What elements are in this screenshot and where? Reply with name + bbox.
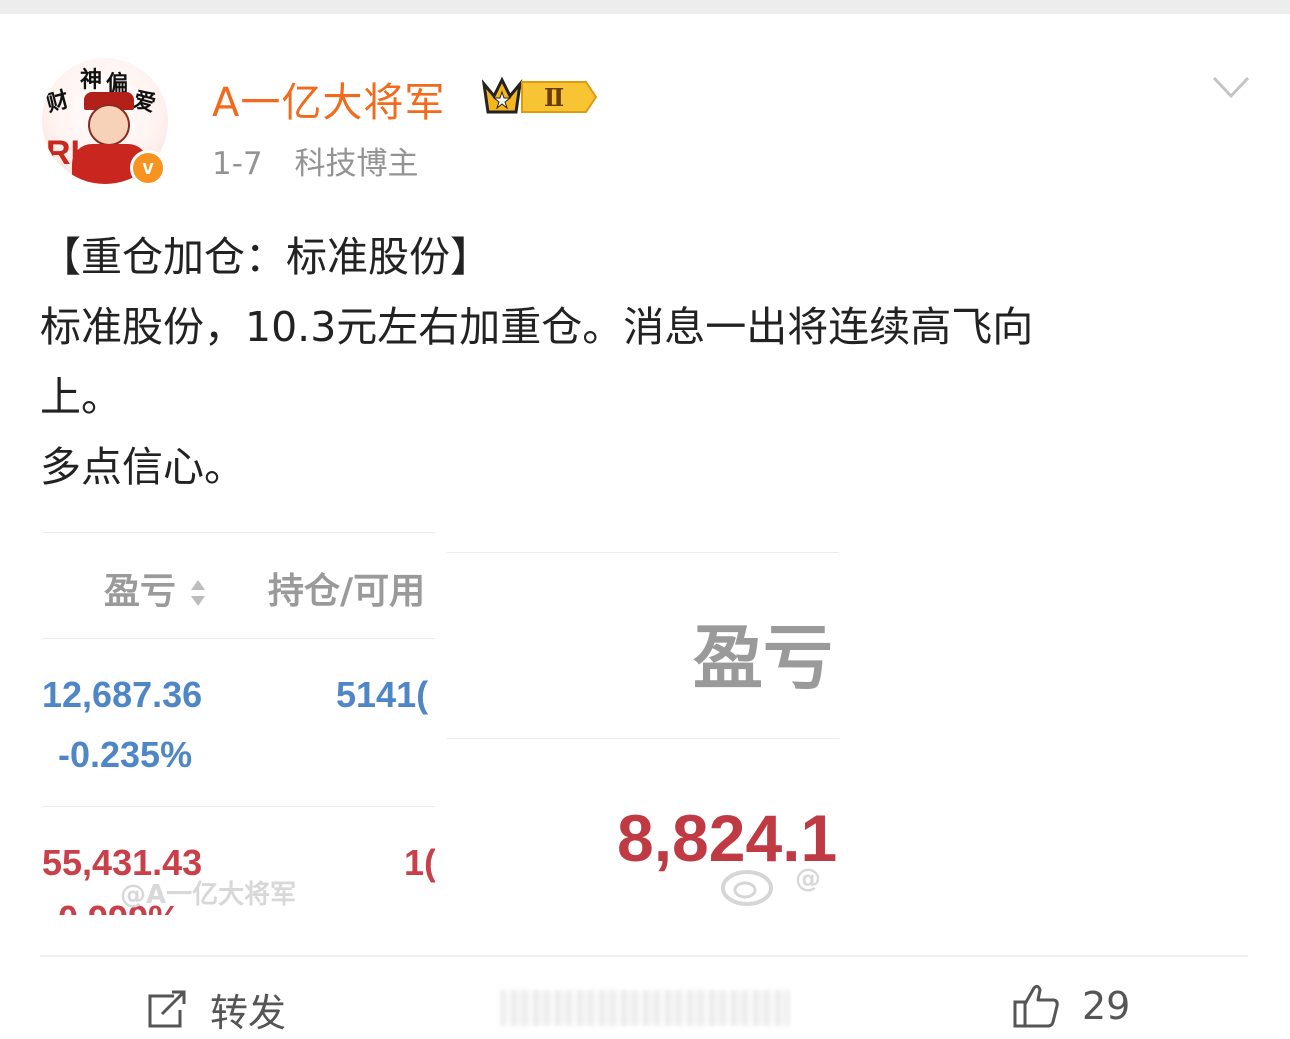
avatar-calligraphy-char: 财	[43, 86, 72, 118]
weibo-watermark: @	[795, 864, 821, 894]
chevron-down-icon[interactable]	[1212, 74, 1250, 100]
repost-icon	[148, 990, 186, 1027]
author-tag: 科技博主	[294, 146, 419, 182]
avatar-calligraphy-char: 神	[80, 67, 103, 93]
post-image-2[interactable]: 盈亏 8,824.1 @	[447, 552, 839, 915]
avatar-face-shape	[88, 104, 130, 146]
post-line: 标准股份，10.3元左右加重仓。消息一出将连续高飞向	[40, 303, 1034, 351]
post-body: 【重仓加仓：标准股份】 标准股份，10.3元左右加重仓。消息一出将连续高飞向 上…	[40, 222, 1240, 502]
post-image-1[interactable]: 盈亏 持仓/可用 12,687.36 5141( -0.235% 55,431.…	[42, 532, 435, 915]
row1-position: 5141(	[336, 674, 429, 715]
row1-pct: -0.235%	[58, 734, 193, 775]
row2-position: 1(	[404, 842, 435, 883]
like-button[interactable]: 29	[1012, 982, 1130, 1030]
author-name[interactable]: A一亿大将军	[212, 70, 445, 128]
sort-icon	[190, 580, 205, 606]
post-date: 1-7	[212, 146, 263, 182]
comment-button-blurred[interactable]	[500, 990, 790, 1026]
post-line: 多点信心。	[40, 443, 245, 491]
repost-button[interactable]: 转发	[144, 982, 286, 1037]
table-header-pnl: 盈亏	[104, 562, 207, 614]
post-meta: 1-7 科技博主	[212, 138, 419, 183]
table-header-position: 持仓/可用	[268, 571, 426, 612]
row1-pnl: 12,687.36	[42, 674, 203, 715]
weibo-logo-icon	[721, 870, 773, 906]
table-divider	[42, 638, 435, 639]
table-divider	[42, 806, 435, 807]
table-divider	[447, 552, 839, 553]
table-divider	[42, 532, 435, 533]
table-header-pnl-large: 盈亏	[693, 617, 833, 699]
verified-badge-icon: v	[130, 150, 166, 186]
top-separator-bar	[0, 0, 1290, 14]
like-count: 29	[1082, 984, 1131, 1028]
post-line: 上。	[40, 373, 122, 421]
post-line: 【重仓加仓：标准股份】	[40, 233, 491, 281]
avatar-calligraphy-char: 爱	[130, 86, 159, 118]
vip-level-text: Ⅱ	[544, 83, 564, 112]
vip-crown-level-icon[interactable]: Ⅱ	[482, 74, 600, 120]
thumbs-up-icon	[1013, 984, 1059, 1028]
footer-divider	[40, 955, 1248, 957]
repost-label: 转发	[210, 991, 287, 1035]
avatar-letters: RI	[46, 134, 80, 172]
weibo-watermark: @A一亿大将军	[120, 880, 297, 910]
table-divider	[447, 738, 839, 739]
